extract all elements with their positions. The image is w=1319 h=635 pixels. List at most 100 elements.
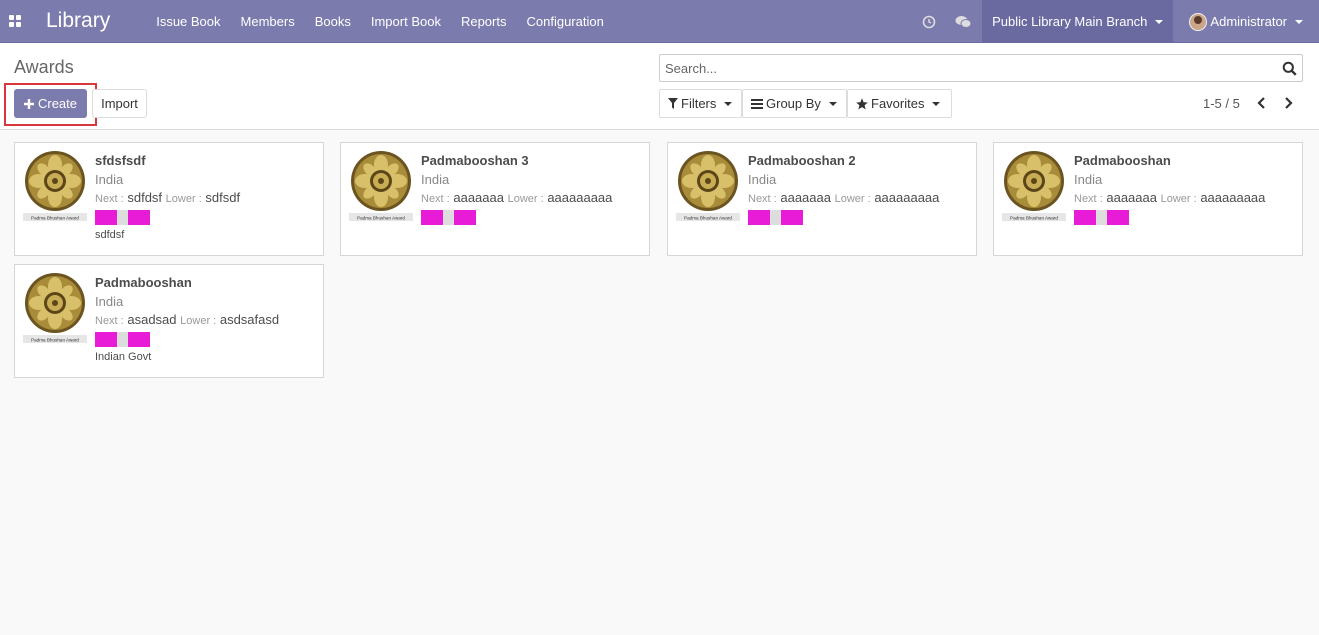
award-medal-image: Padma Bhushan Award — [23, 151, 87, 221]
branch-switcher[interactable]: Public Library Main Branch — [982, 0, 1174, 43]
search-icon[interactable] — [1282, 61, 1297, 76]
svg-text:Padma Bhushan Award: Padma Bhushan Award — [31, 216, 79, 221]
kanban-card[interactable]: Padma Bhushan Award Padmabooshan India N… — [14, 264, 324, 378]
svg-text:Padma Bhushan Award: Padma Bhushan Award — [31, 338, 79, 343]
top-navbar: Library Issue Book Members Books Import … — [0, 0, 1319, 43]
group-by-label: Group By — [766, 96, 821, 111]
messages-icon[interactable] — [946, 0, 980, 43]
favorites-button[interactable]: Favorites — [847, 89, 952, 118]
chevron-down-icon — [932, 101, 941, 106]
avatar — [1189, 12, 1208, 31]
next-value: aaaaaaa — [1106, 190, 1157, 205]
next-label: Next : — [421, 193, 450, 205]
chevron-down-icon — [828, 101, 837, 106]
color-swatches — [748, 210, 803, 225]
color-swatch — [128, 210, 150, 225]
color-swatches — [421, 210, 476, 225]
next-label: Next : — [95, 193, 124, 205]
user-menu[interactable]: Administrator — [1173, 0, 1319, 43]
kanban-card[interactable]: Padma Bhushan Award Padmabooshan India N… — [993, 142, 1303, 256]
color-swatches — [1074, 210, 1129, 225]
next-label: Next : — [95, 315, 124, 327]
navbar-right: Public Library Main Branch Administrator — [912, 0, 1319, 43]
branch-label: Public Library Main Branch — [992, 14, 1148, 29]
award-meta: Next : aaaaaaa Lower : aaaaaaaaa — [748, 190, 939, 205]
award-medal-image: Padma Bhushan Award — [349, 151, 413, 221]
award-title: Padmabooshan 3 — [421, 153, 529, 168]
chevron-down-icon — [1295, 19, 1303, 24]
award-medal-image: Padma Bhushan Award — [676, 151, 740, 221]
award-title: Padmabooshan 2 — [748, 153, 856, 168]
award-country: India — [748, 172, 777, 187]
award-medal-image: Padma Bhushan Award — [1002, 151, 1066, 221]
create-button[interactable]: Create — [14, 89, 87, 118]
create-label: Create — [37, 96, 78, 111]
lower-value: aaaaaaaaa — [1200, 190, 1266, 205]
menu-item-configuration[interactable]: Configuration — [516, 0, 613, 43]
menu-item-issue-book[interactable]: Issue Book — [146, 0, 230, 43]
award-medal-image: Padma Bhushan Award — [23, 273, 87, 343]
lower-label: Lower : — [180, 315, 217, 327]
star-icon — [856, 97, 868, 110]
color-swatch — [95, 210, 117, 225]
award-note: sdfdsf — [95, 229, 125, 241]
app-brand[interactable]: Library — [46, 9, 110, 33]
color-swatch-gap — [770, 210, 781, 225]
lower-value: asdsafasd — [219, 312, 280, 327]
menu-item-reports[interactable]: Reports — [451, 0, 517, 43]
group-by-button[interactable]: Group By — [742, 89, 847, 118]
menu-item-import-book[interactable]: Import Book — [361, 0, 451, 43]
award-country: India — [95, 172, 124, 187]
award-meta: Next : aaaaaaa Lower : aaaaaaaaa — [1074, 190, 1265, 205]
color-swatch-gap — [117, 210, 128, 225]
search-input[interactable] — [660, 55, 1260, 81]
lower-label: Lower : — [507, 193, 544, 205]
chevron-down-icon — [1155, 19, 1164, 24]
pager-next-icon[interactable] — [1281, 95, 1295, 111]
pager-value[interactable]: 1-5 / 5 — [1203, 96, 1240, 111]
color-swatch — [1107, 210, 1129, 225]
kanban-card[interactable]: Padma Bhushan Award Padmabooshan 3 India… — [340, 142, 650, 256]
award-country: India — [95, 294, 124, 309]
next-value: aaaaaaa — [780, 190, 831, 205]
main-menu: Issue Book Members Books Import Book Rep… — [146, 0, 614, 43]
kanban-card[interactable]: Padma Bhushan Award Padmabooshan 2 India… — [667, 142, 977, 256]
control-panel: Awards Create Import Filters Group By Fa… — [0, 43, 1319, 130]
next-label: Next : — [748, 193, 777, 205]
search-box — [659, 54, 1303, 82]
apps-menu-button[interactable] — [0, 0, 30, 43]
kanban-card[interactable]: Padma Bhushan Award sfdsfsdf India Next … — [14, 142, 324, 256]
color-swatch — [454, 210, 476, 225]
page-title: Awards — [14, 57, 74, 77]
award-title: Padmabooshan — [1074, 153, 1171, 168]
apps-grid-icon — [9, 15, 21, 27]
pager-previous-icon[interactable] — [1254, 95, 1268, 111]
award-meta: Next : aaaaaaa Lower : aaaaaaaaa — [421, 190, 612, 205]
import-label: Import — [101, 96, 138, 111]
color-swatch-gap — [117, 332, 128, 347]
chevron-down-icon — [724, 101, 733, 106]
list-icon — [751, 98, 763, 109]
award-country: India — [1074, 172, 1103, 187]
import-button[interactable]: Import — [92, 89, 147, 118]
activity-clock-icon[interactable] — [912, 0, 946, 43]
svg-text:Padma Bhushan Award: Padma Bhushan Award — [684, 216, 732, 221]
color-swatch — [748, 210, 770, 225]
color-swatch — [128, 332, 150, 347]
plus-icon — [23, 98, 34, 109]
menu-item-books[interactable]: Books — [305, 0, 361, 43]
color-swatch — [421, 210, 443, 225]
next-value: sdfdsf — [127, 190, 163, 205]
lower-value: sdfsdf — [205, 190, 241, 205]
color-swatch-gap — [443, 210, 454, 225]
color-swatch-gap — [1096, 210, 1107, 225]
lower-label: Lower : — [165, 193, 202, 205]
menu-item-members[interactable]: Members — [231, 0, 305, 43]
filters-label: Filters — [681, 96, 717, 111]
filters-button[interactable]: Filters — [659, 89, 742, 118]
color-swatches — [95, 332, 150, 347]
award-meta: Next : asadsad Lower : asdsafasd — [95, 312, 279, 327]
svg-text:Padma Bhushan Award: Padma Bhushan Award — [1010, 216, 1058, 221]
award-meta: Next : sdfdsf Lower : sdfsdf — [95, 190, 240, 205]
lower-label: Lower : — [834, 193, 871, 205]
